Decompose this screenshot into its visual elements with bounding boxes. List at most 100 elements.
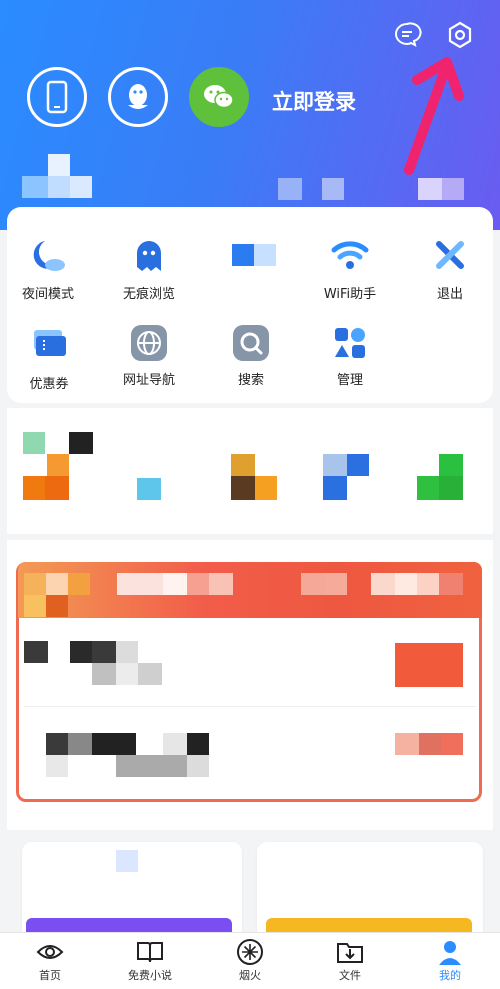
blurred-mosaic <box>24 595 46 617</box>
tool-search[interactable]: 搜索 <box>209 323 293 388</box>
blurred-mosaic <box>395 643 463 687</box>
moon-cloud-icon <box>28 235 68 275</box>
blurred-mosaic <box>231 476 255 500</box>
bottom-cards <box>0 838 500 942</box>
settings-icon[interactable] <box>445 20 475 50</box>
book-icon <box>136 938 164 966</box>
blurred-mosaic <box>187 573 209 595</box>
blurred-mosaic <box>187 755 209 777</box>
message-icon[interactable] <box>392 20 422 50</box>
qq-penguin-icon <box>128 84 148 109</box>
ghost-icon <box>129 235 169 275</box>
blurred-mosaic <box>70 641 92 663</box>
globe-icon <box>129 323 169 363</box>
nav-home[interactable]: 首页 <box>0 933 100 989</box>
tool-manage[interactable]: 管理 <box>308 323 392 388</box>
nav-files[interactable]: 文件 <box>300 933 400 989</box>
tool-label: 无痕浏览 <box>122 287 175 302</box>
blurred-mosaic <box>45 476 69 500</box>
tool-label: 夜间模式 <box>21 287 74 302</box>
wifi-icon <box>330 235 370 275</box>
wechat-icon <box>204 85 234 109</box>
blurred-mosaic <box>163 733 187 755</box>
tool-blurred[interactable] <box>212 235 296 283</box>
blurred-mosaic <box>231 454 255 476</box>
blurred-mosaic <box>46 595 68 617</box>
blurred-mosaic <box>116 755 187 777</box>
blurred-mosaic <box>22 176 48 198</box>
blurred-mosaic <box>92 641 116 663</box>
firework-icon <box>236 938 264 966</box>
blurred-mosaic <box>395 573 417 595</box>
manage-icon <box>330 323 370 363</box>
blurred-mosaic <box>116 850 138 872</box>
blurred-mosaic <box>255 476 277 500</box>
tool-label: 搜索 <box>237 373 264 388</box>
nav-label: 烟火 <box>239 969 261 982</box>
nav-label: 免费小说 <box>128 969 172 982</box>
blurred-mosaic <box>69 432 93 454</box>
blurred-mosaic <box>163 573 187 595</box>
divider <box>24 706 476 707</box>
tool-url-nav[interactable]: 网址导航 <box>107 323 191 388</box>
nav-fireworks[interactable]: 烟火 <box>200 933 300 989</box>
tool-label: 优惠券 <box>29 377 69 392</box>
blurred-mosaic <box>68 733 92 755</box>
blurred-mosaic <box>418 178 442 200</box>
tool-exit[interactable]: 退出 <box>408 235 492 302</box>
qq-login-button[interactable] <box>108 67 168 127</box>
blurred-app-row <box>7 408 493 534</box>
nav-label: 首页 <box>39 969 61 982</box>
blurred-mosaic <box>70 176 92 198</box>
tool-incognito[interactable]: 无痕浏览 <box>107 235 191 302</box>
tool-label: 管理 <box>336 373 363 388</box>
blurred-mosaic <box>301 573 325 595</box>
tool-night-mode[interactable]: 夜间模式 <box>6 235 90 302</box>
blurred-mosaic <box>48 154 70 176</box>
blurred-mosaic <box>92 663 116 685</box>
download-folder-icon <box>336 938 364 966</box>
profile-header: 立即登录 <box>0 0 500 230</box>
blurred-mosaic <box>116 641 138 663</box>
blurred-mosaic <box>325 573 347 595</box>
blurred-mosaic <box>439 476 463 500</box>
blurred-mosaic <box>419 733 441 755</box>
blurred-mosaic <box>439 573 463 595</box>
tools-card: 夜间模式 无痕浏览 WiFi助手 退出 优惠券 网址导航 搜索 管理 <box>7 207 493 403</box>
blurred-mosaic <box>24 573 46 595</box>
blurred-mosaic <box>117 573 163 595</box>
tool-coupons[interactable]: 优惠券 <box>7 323 91 392</box>
wechat-login-button[interactable] <box>189 67 249 127</box>
eye-icon <box>36 938 64 966</box>
blurred-mosaic <box>116 663 138 685</box>
blurred-mosaic <box>323 454 347 476</box>
close-x-icon <box>430 235 470 275</box>
blurred-mosaic <box>441 733 463 755</box>
nav-free-novels[interactable]: 免费小说 <box>100 933 200 989</box>
blurred-mosaic <box>48 176 70 198</box>
bottom-nav: 首页 免费小说 烟火 文件 我的 <box>0 932 500 989</box>
blurred-mosaic <box>395 733 419 755</box>
blurred-mosaic <box>417 476 439 500</box>
tool-label: 退出 <box>436 287 463 302</box>
blurred-mosaic <box>24 641 48 663</box>
tool-wifi-helper[interactable]: WiFi助手 <box>308 235 392 302</box>
person-icon <box>436 938 464 966</box>
phone-login-button[interactable] <box>27 67 87 127</box>
blurred-mosaic <box>137 478 161 500</box>
blurred-mosaic <box>23 476 45 500</box>
blurred-mosaic <box>442 178 464 200</box>
login-now-link[interactable]: 立即登录 <box>272 86 356 116</box>
blurred-mosaic <box>47 454 69 476</box>
blurred-mosaic <box>46 733 68 755</box>
annotation-arrow <box>404 57 464 175</box>
blurred-mosaic <box>138 663 162 685</box>
blurred-mosaic <box>322 178 344 200</box>
blurred-mosaic <box>92 733 136 755</box>
tool-label: 网址导航 <box>122 373 175 388</box>
blurred-mosaic <box>439 454 463 476</box>
coupon-icon <box>29 323 69 363</box>
highlighted-panel <box>16 562 482 802</box>
nav-mine[interactable]: 我的 <box>400 933 500 989</box>
blurred-mosaic <box>46 755 68 777</box>
